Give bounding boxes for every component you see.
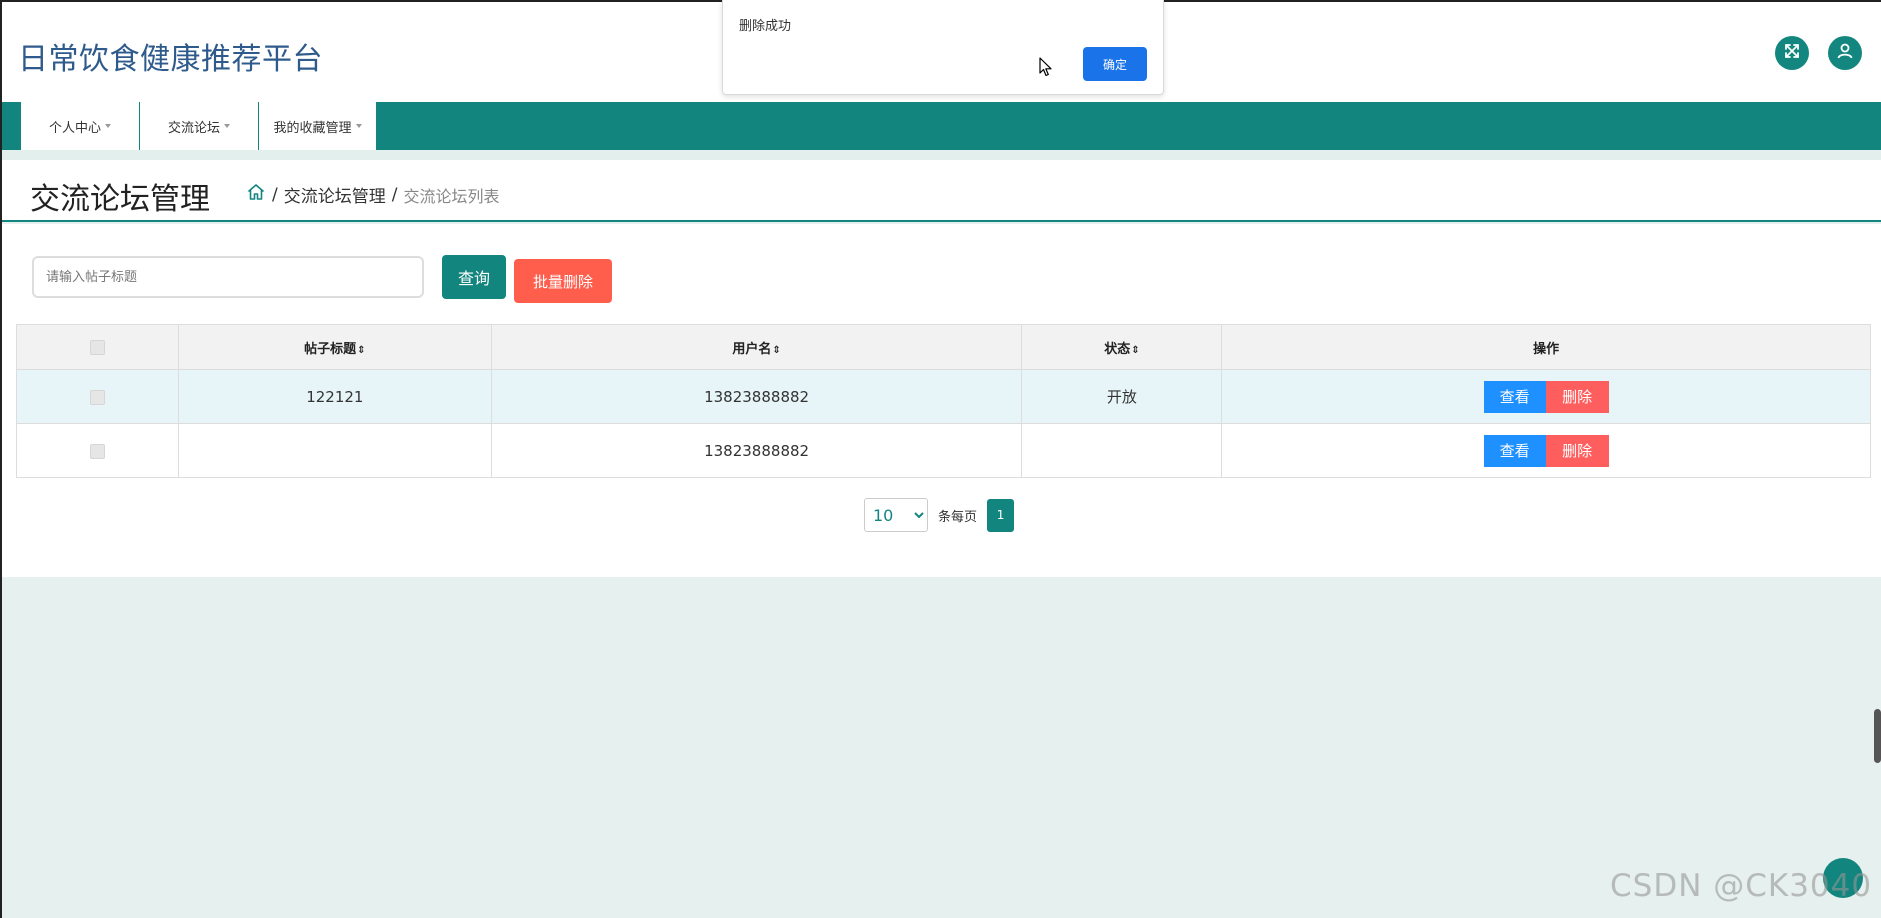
page-header: 交流论坛管理 / 交流论坛管理 / 交流论坛列表 — [2, 160, 1881, 222]
table-row: 13823888882 查看 删除 — [16, 423, 1871, 478]
nav-item-personal-center[interactable]: 个人中心 — [21, 102, 140, 150]
cell-status — [1021, 423, 1223, 478]
fullscreen-button[interactable] — [1775, 36, 1809, 70]
view-button[interactable]: 查看 — [1483, 434, 1546, 467]
user-button[interactable] — [1828, 36, 1862, 70]
select-all-cell — [16, 324, 179, 370]
scrollbar-thumb[interactable] — [1874, 709, 1881, 763]
column-header-status[interactable]: 状态⇕ — [1021, 324, 1223, 370]
alert-dialog: 删除成功 确定 — [722, 0, 1164, 95]
query-button[interactable]: 查询 — [442, 255, 506, 299]
column-label: 状态 — [1104, 341, 1131, 357]
column-label: 帖子标题 — [304, 341, 357, 357]
cell-status: 开放 — [1021, 369, 1223, 424]
cell-username: 13823888882 — [490, 423, 1023, 478]
row-checkbox[interactable] — [89, 443, 105, 459]
sort-icon: ⇕ — [1131, 344, 1140, 356]
breadcrumb: / 交流论坛管理 / 交流论坛列表 — [246, 182, 499, 207]
nav-item-label: 个人中心 — [48, 120, 101, 136]
page-title: 交流论坛管理 — [30, 182, 210, 217]
batch-delete-button[interactable]: 批量删除 — [514, 259, 612, 303]
breadcrumb-separator: / — [391, 184, 398, 205]
row-select-cell — [16, 423, 179, 478]
nav-divider — [2, 150, 1881, 160]
dialog-confirm-button[interactable]: 确定 — [1083, 47, 1147, 81]
cell-actions: 查看 删除 — [1221, 369, 1871, 424]
cell-actions: 查看 删除 — [1221, 423, 1871, 478]
sort-icon: ⇕ — [772, 344, 781, 356]
fullscreen-icon — [1783, 42, 1801, 64]
column-header-username[interactable]: 用户名⇕ — [490, 324, 1023, 370]
user-icon — [1836, 42, 1854, 64]
nav-item-label: 交流论坛 — [167, 120, 220, 136]
mouse-cursor-icon — [1039, 57, 1053, 81]
view-button[interactable]: 查看 — [1483, 380, 1546, 413]
per-page-label: 条每页 — [938, 509, 978, 525]
cell-username: 13823888882 — [490, 369, 1023, 424]
table-header-row: 帖子标题⇕ 用户名⇕ 状态⇕ 操作 — [16, 324, 1871, 370]
column-label: 用户名 — [732, 341, 772, 357]
breadcrumb-separator: / — [272, 184, 278, 205]
caret-down-icon — [105, 124, 111, 128]
dialog-message: 删除成功 — [739, 19, 792, 34]
nav-item-forum[interactable]: 交流论坛 — [140, 102, 259, 150]
sort-icon: ⇕ — [357, 344, 366, 356]
page-size-select[interactable]: 10 — [864, 498, 928, 532]
home-icon[interactable] — [246, 182, 266, 207]
delete-button[interactable]: 删除 — [1545, 380, 1609, 413]
caret-down-icon — [355, 124, 362, 128]
breadcrumb-forum-management[interactable]: 交流论坛管理 — [284, 182, 386, 207]
cell-title: 122121 — [177, 369, 492, 424]
site-title: 日常饮食健康推荐平台 — [18, 42, 323, 77]
main-nav: 个人中心 交流论坛 我的收藏管理 — [2, 102, 1881, 150]
content-panel: 查询 批量删除 帖子标题⇕ 用户名⇕ 状态⇕ 操作 122121 1382388… — [2, 224, 1881, 577]
nav-item-label: 我的收藏管理 — [273, 120, 352, 136]
cell-title — [177, 423, 492, 478]
column-header-title[interactable]: 帖子标题⇕ — [177, 324, 492, 370]
row-select-cell — [16, 369, 179, 424]
row-checkbox[interactable] — [89, 389, 105, 405]
delete-button[interactable]: 删除 — [1545, 434, 1609, 467]
page-number-button[interactable]: 1 — [987, 498, 1015, 532]
column-label: 操作 — [1533, 341, 1560, 357]
column-header-actions: 操作 — [1221, 324, 1871, 370]
table-row: 122121 13823888882 开放 查看 删除 — [16, 369, 1871, 424]
caret-down-icon — [224, 124, 230, 128]
search-input[interactable] — [32, 256, 424, 298]
forum-table: 帖子标题⇕ 用户名⇕ 状态⇕ 操作 122121 13823888882 开放 … — [16, 324, 1871, 478]
select-all-checkbox[interactable] — [89, 339, 105, 355]
breadcrumb-current: 交流论坛列表 — [403, 186, 500, 206]
pagination: 10 条每页 1 — [864, 498, 1015, 532]
watermark-text: CSDN @CK3040 — [1610, 868, 1873, 904]
nav-item-favorites[interactable]: 我的收藏管理 — [259, 102, 377, 150]
